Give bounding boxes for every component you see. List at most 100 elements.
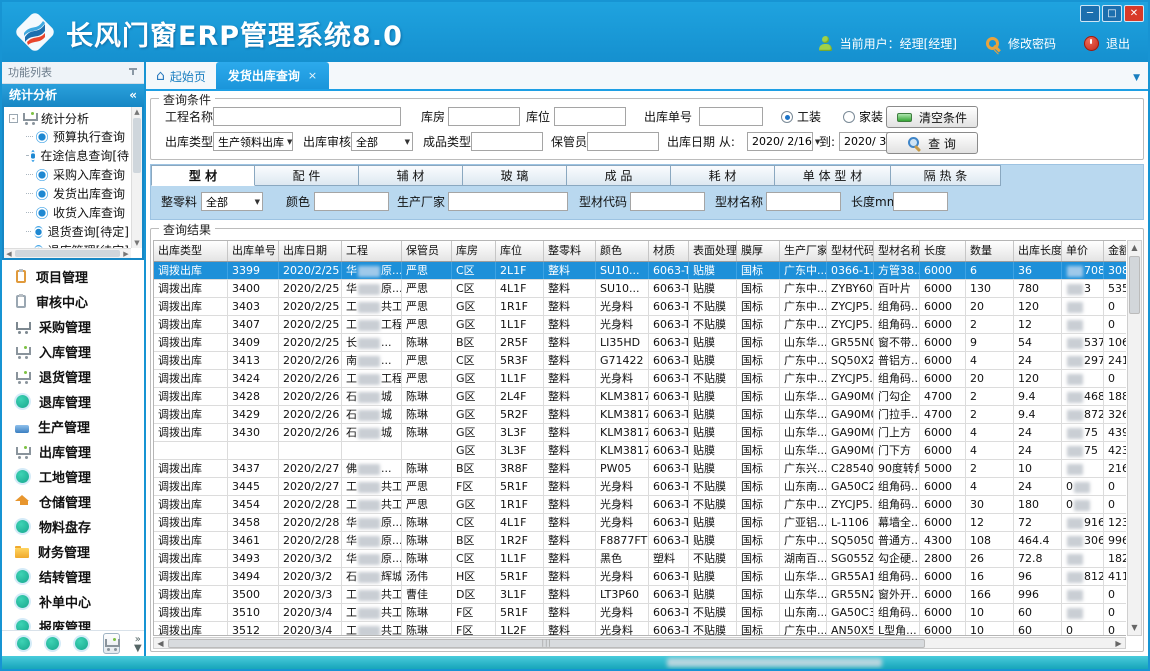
color-input[interactable] <box>314 192 389 211</box>
column-header[interactable]: 表面处理 <box>689 241 737 261</box>
product-type-input[interactable] <box>471 132 543 151</box>
radio-work-install[interactable]: 工装 <box>781 107 821 127</box>
column-header[interactable]: 工程 <box>342 241 402 261</box>
table-row[interactable]: 调拨出库34932020/3/2华原...陈琳C区1L1F整料黑色塑料不贴膜国标… <box>154 550 1126 568</box>
radio-home-install[interactable]: 家装 <box>843 107 883 127</box>
material-tab-2[interactable]: 配 件 <box>255 165 359 186</box>
tree-hscroll-thumb[interactable] <box>15 250 120 257</box>
table-row[interactable]: 调拨出库34292020/2/26石城陈琳G区5R2F整料KLM38176063… <box>154 406 1126 424</box>
column-header[interactable]: 生产厂家 <box>780 241 827 261</box>
toolbar-dot-icon[interactable] <box>75 637 88 650</box>
change-password-link[interactable]: 修改密码 <box>1008 35 1056 52</box>
column-header[interactable]: 出库类型 <box>154 241 228 261</box>
scroll-left-icon[interactable]: ◀ <box>154 639 167 648</box>
column-header[interactable]: 数量 <box>966 241 1014 261</box>
table-row[interactable]: 调拨出库34942020/3/2石辉城汤伟H区5R1F整料光身料6063-T5贴… <box>154 568 1126 586</box>
tree-item[interactable]: 采购入库查询 <box>6 165 129 184</box>
column-header[interactable]: 材质 <box>649 241 689 261</box>
manufacturer-input[interactable] <box>448 192 568 211</box>
sidebar-menu-item[interactable]: 工地管理 <box>2 464 144 489</box>
sidebar-menu-item[interactable]: 采购管理 <box>2 314 144 339</box>
table-row[interactable]: 调拨出库34242020/2/26工工程严思G区1L1F整料光身料6063-T5… <box>154 370 1126 388</box>
tree-item[interactable]: 退货查询[待定] <box>6 222 129 241</box>
logout-link[interactable]: 退出 <box>1106 35 1130 52</box>
material-tab-8[interactable]: 隔 热 条 <box>891 165 1001 186</box>
tab-home[interactable]: ⌂ 起始页 <box>146 63 216 89</box>
table-row[interactable]: G区3L3F整料KLM38176063-T5贴膜国标山东华...GA90M09.… <box>154 442 1126 460</box>
column-header[interactable]: 长度 <box>920 241 966 261</box>
sidebar-menu-item[interactable]: 入库管理 <box>2 339 144 364</box>
table-horizontal-scrollbar[interactable]: ◀ ||| ▶ <box>153 637 1126 649</box>
sidebar-menu-item[interactable]: 项目管理 <box>2 264 144 289</box>
toolbar-dot-icon[interactable] <box>46 637 59 650</box>
tree-item[interactable]: 退库管理[待定] <box>6 241 129 248</box>
project-name-input[interactable] <box>213 107 401 126</box>
column-header[interactable]: 颜色 <box>596 241 649 261</box>
column-header[interactable]: 膜厚 <box>737 241 780 261</box>
toolbar-cart-button[interactable] <box>103 633 120 654</box>
table-row[interactable]: 调拨出库34542020/2/28工共工程严思G区1R1F整料光身料6063-T… <box>154 496 1126 514</box>
sidebar-menu-item[interactable]: 补单中心 <box>2 589 144 614</box>
warehouse-input[interactable] <box>448 107 520 126</box>
table-row[interactable]: 调拨出库34132020/2/26南...严思C区5R3F整料G71422606… <box>154 352 1126 370</box>
table-row[interactable]: 调拨出库34072020/2/25工工程严思G区1L1F整料光身料6063-T5… <box>154 316 1126 334</box>
tree-root-statistics[interactable]: - 统计分析 <box>6 109 129 127</box>
tree-expander-icon[interactable]: - <box>9 114 18 123</box>
tab-close-icon[interactable]: × <box>308 69 317 82</box>
column-header[interactable]: 出库日期 <box>279 241 342 261</box>
table-row[interactable]: 调拨出库34032020/2/25工共工程严思G区1R1F整料光身料6063-T… <box>154 298 1126 316</box>
whole-part-dropdown[interactable]: 全部▼ <box>201 192 263 211</box>
column-header[interactable]: 保管员 <box>402 241 452 261</box>
close-button[interactable]: ✕ <box>1124 5 1144 22</box>
column-header[interactable]: 整零料 <box>544 241 596 261</box>
collapse-icon[interactable]: « <box>129 84 137 107</box>
table-hscroll-thumb[interactable]: ||| <box>168 639 925 648</box>
minimize-button[interactable]: ─ <box>1080 5 1100 22</box>
date-from-picker[interactable]: 2020/ 2/16▼ <box>747 132 813 151</box>
sidebar-menu-item[interactable]: 生产管理 <box>2 414 144 439</box>
more-items-button[interactable]: »▼ <box>134 635 142 653</box>
search-button[interactable]: 查 询 <box>886 132 978 154</box>
table-row[interactable]: 调拨出库34582020/2/28华原...陈琳C区4L1F整料光身料6063-… <box>154 514 1126 532</box>
material-tab-3[interactable]: 辅 材 <box>359 165 463 186</box>
sidebar-menu-item[interactable]: 审核中心 <box>2 289 144 314</box>
table-row[interactable]: 调拨出库34372020/2/27佛...陈琳B区3R8F整料PW056063-… <box>154 460 1126 478</box>
scroll-up-icon[interactable]: ▲ <box>1128 241 1141 255</box>
table-row[interactable]: 调拨出库34612020/2/28华原...陈琳B区1R2F整料F8877FT6… <box>154 532 1126 550</box>
clear-conditions-button[interactable]: 清空条件 <box>886 106 978 128</box>
column-header[interactable]: 型材名称 <box>874 241 920 261</box>
table-vertical-scrollbar[interactable]: ▲ ▼ <box>1127 240 1142 636</box>
tree-item[interactable]: 发货出库查询 <box>6 184 129 203</box>
column-header[interactable]: 库房 <box>452 241 496 261</box>
material-tab-7[interactable]: 单 体 型 材 <box>775 165 891 186</box>
toolbar-dot-icon[interactable] <box>17 637 30 650</box>
sidebar-menu-item[interactable]: 仓储管理 <box>2 489 144 514</box>
scroll-right-icon[interactable]: ▶ <box>121 250 131 258</box>
table-vscroll-thumb[interactable] <box>1129 256 1140 314</box>
column-header[interactable]: 金额 <box>1104 241 1126 261</box>
length-input[interactable] <box>893 192 948 211</box>
material-tab-4[interactable]: 玻 璃 <box>463 165 567 186</box>
table-row[interactable]: 调拨出库34302020/2/26石城陈琳G区3L3F整料KLM38176063… <box>154 424 1126 442</box>
table-row[interactable]: 调拨出库34002020/2/25华原...严思C区4L1F整料SU10...6… <box>154 280 1126 298</box>
tree-item[interactable]: 在途信息查询[待 <box>6 146 129 165</box>
material-tab-1[interactable]: 型 材 <box>151 165 255 186</box>
scroll-down-icon[interactable]: ▼ <box>1128 621 1141 635</box>
pin-icon[interactable] <box>129 68 138 77</box>
sidebar-menu-item[interactable]: 报废管理 <box>2 614 144 630</box>
profile-code-input[interactable] <box>630 192 705 211</box>
column-header[interactable]: 单价 <box>1062 241 1104 261</box>
column-header[interactable]: 出库长度 <box>1014 241 1062 261</box>
sidebar-section-statistics[interactable]: 统计分析 « <box>2 84 144 107</box>
table-row[interactable]: 调拨出库35122020/3/4工共工程陈琳F区1L2F整料光身料6063-T5… <box>154 622 1126 636</box>
sidebar-menu-item[interactable]: 出库管理 <box>2 439 144 464</box>
column-header[interactable]: 出库单号 <box>228 241 279 261</box>
scroll-up-icon[interactable]: ▲ <box>132 107 142 117</box>
table-row[interactable]: 调拨出库35102020/3/4工共工程陈琳F区5R1F整料光身料6063-T5… <box>154 604 1126 622</box>
column-header[interactable]: 型材代码 <box>827 241 874 261</box>
sidebar-menu-item[interactable]: 物料盘存 <box>2 514 144 539</box>
sidebar-menu-item[interactable]: 结转管理 <box>2 564 144 589</box>
table-row[interactable]: 调拨出库33992020/2/25华原...严思C区2L1F整料SU10...6… <box>154 262 1126 280</box>
tab-overflow-icon[interactable]: ▼ <box>1133 73 1140 83</box>
keeper-input[interactable] <box>587 132 659 151</box>
